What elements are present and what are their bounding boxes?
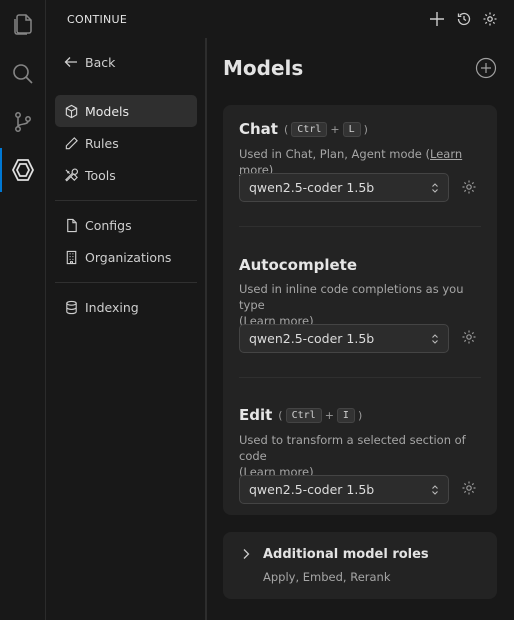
chat-description-text: Used in Chat, Plan, Agent mode: [239, 147, 422, 161]
database-icon: [63, 299, 79, 315]
selected-model: qwen2.5-coder 1.5b: [249, 180, 375, 195]
back-button[interactable]: Back: [55, 46, 197, 78]
autocomplete-description: Used in inline code completions as you t…: [239, 282, 464, 328]
chat-model-select[interactable]: qwen2.5-coder 1.5b: [239, 173, 449, 202]
plus-circle-icon: [475, 57, 497, 79]
nav-item-label: Organizations: [85, 249, 172, 265]
selected-model: qwen2.5-coder 1.5b: [249, 482, 375, 497]
nav-item-models[interactable]: Models: [55, 95, 197, 127]
cube-icon: [63, 103, 79, 119]
selected-model: qwen2.5-coder 1.5b: [249, 331, 375, 346]
nav-item-indexing[interactable]: Indexing: [55, 291, 197, 323]
edit-settings-gear-icon[interactable]: [461, 480, 477, 496]
file-icon: [63, 217, 79, 233]
model-roles-card: Chat (Ctrl + L) Used in Chat, Plan, Agent …: [223, 105, 497, 515]
source-control-button[interactable]: [0, 98, 46, 146]
select-chevron-icon: [432, 485, 438, 495]
autocomplete-model-select[interactable]: qwen2.5-coder 1.5b: [239, 324, 449, 353]
autocomplete-section-title: Autocomplete: [239, 256, 357, 274]
edit-title: Edit: [239, 406, 273, 424]
source-control-icon: [15, 112, 31, 132]
pencil-icon: [63, 135, 79, 151]
nav-item-label: Configs: [85, 217, 132, 233]
edit-model-select[interactable]: qwen2.5-coder 1.5b: [239, 475, 449, 504]
tools-icon: [63, 167, 79, 183]
nav-item-label: Tools: [85, 167, 116, 183]
nav-divider: [55, 200, 197, 201]
select-chevron-icon: [432, 334, 438, 344]
back-label: Back: [85, 54, 116, 70]
settings-button[interactable]: [481, 10, 499, 28]
explorer-button[interactable]: [0, 0, 46, 48]
nav-item-tools[interactable]: Tools: [55, 159, 197, 191]
add-model-button[interactable]: [475, 57, 497, 79]
autocomplete-description-text: Used in inline code completions as you t…: [239, 282, 464, 312]
sidebar-header: CONTINUE: [47, 0, 514, 38]
nav-item-rules[interactable]: Rules: [55, 127, 197, 159]
autocomplete-title: Autocomplete: [239, 256, 357, 274]
search-icon: [13, 64, 33, 84]
chat-section-title: Chat (Ctrl + L): [239, 120, 368, 138]
additional-model-roles[interactable]: Additional model roles Apply, Embed, Rer…: [223, 532, 497, 599]
nav-item-label: Models: [85, 103, 130, 119]
history-icon: [457, 12, 471, 26]
files-icon: [14, 14, 32, 35]
arrow-left-icon: [63, 54, 79, 70]
building-icon: [63, 249, 79, 265]
chat-title: Chat: [239, 120, 278, 138]
nav-item-configs[interactable]: Configs: [55, 209, 197, 241]
kbd-key: Ctrl: [285, 407, 322, 423]
nav-item-label: Indexing: [85, 299, 139, 315]
nav-item-organizations[interactable]: Organizations: [55, 241, 197, 273]
edit-section-title: Edit (Ctrl + I): [239, 406, 362, 424]
edit-shortcut: (Ctrl + I): [278, 407, 363, 423]
panel-title: CONTINUE: [67, 13, 128, 26]
edit-description-text: Used to transform a selected section of …: [239, 433, 466, 463]
edit-description: Used to transform a selected section of …: [239, 433, 466, 479]
new-session-button[interactable]: [428, 10, 446, 28]
additional-roles-subtitle: Apply, Embed, Rerank: [263, 570, 391, 584]
activity-bar: [0, 0, 46, 620]
chat-shortcut: (Ctrl + L): [283, 121, 368, 137]
nav-item-label: Rules: [85, 135, 119, 151]
kbd-plus: +: [330, 122, 340, 136]
continue-button[interactable]: [0, 146, 46, 194]
chat-settings-gear-icon[interactable]: [461, 179, 477, 195]
section-divider: [239, 226, 481, 227]
select-chevron-icon: [432, 183, 438, 193]
plus-icon: [430, 12, 444, 26]
nav-divider: [55, 282, 197, 283]
kbd-key: L: [342, 121, 361, 137]
section-divider: [239, 377, 481, 378]
page-title: Models: [223, 56, 304, 80]
autocomplete-settings-gear-icon[interactable]: [461, 329, 477, 345]
history-button[interactable]: [455, 10, 473, 28]
search-button[interactable]: [0, 50, 46, 98]
additional-roles-title: Additional model roles: [263, 547, 429, 562]
chevron-right-icon: [243, 549, 250, 559]
continue-icon: [11, 159, 35, 181]
kbd-key: Ctrl: [291, 121, 328, 137]
gear-icon: [483, 12, 497, 26]
settings-nav: Back Models Rules Tools Configs Organiza…: [47, 38, 207, 620]
kbd-plus: +: [324, 408, 334, 422]
kbd-key: I: [336, 407, 355, 423]
